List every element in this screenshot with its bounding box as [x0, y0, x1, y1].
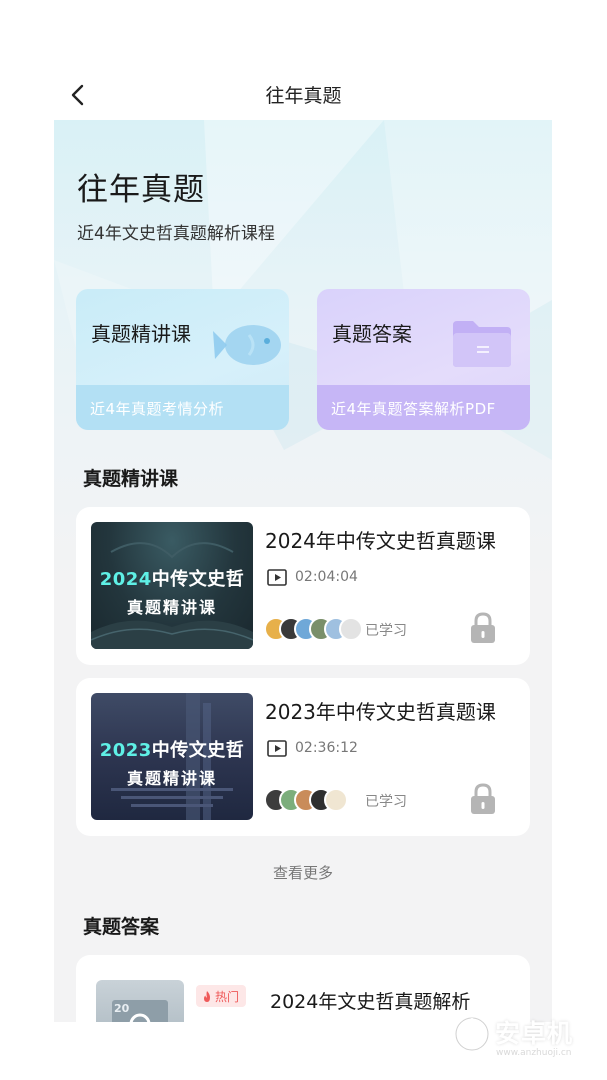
learner-avatars: [264, 617, 363, 641]
hot-badge-label: 热门: [215, 989, 240, 1004]
card-title: 真题答案: [332, 322, 412, 346]
answer-thumb-text: 20: [114, 1002, 130, 1015]
play-icon: [267, 568, 287, 586]
thumbnail-line2: 真题精讲课: [126, 769, 217, 788]
watermark-text: 安卓机: [495, 1019, 574, 1048]
main-content: 往年真题 近4年文史哲真题解析课程 真题精讲课 近4年真题考情分析 真题答案 近…: [54, 120, 552, 1022]
thumbnail-line2: 真题精讲课: [126, 598, 217, 617]
document-icon: [112, 1000, 168, 1022]
lock-icon: [471, 612, 495, 643]
folder-icon: [453, 321, 511, 367]
answer-title: 2024年文史哲真题解析: [270, 991, 471, 1013]
learner-avatars: [264, 788, 348, 812]
course-title: 2024年中传文史哲真题课: [265, 529, 496, 553]
learned-label: 已学习: [365, 794, 407, 810]
avatar: [339, 617, 363, 641]
hero-subtitle: 近4年文史哲真题解析课程: [77, 224, 275, 244]
nav-bar: 往年真题: [0, 70, 607, 118]
thumbnail-line1: 2023中传文史哲: [99, 740, 245, 761]
course-item[interactable]: 2024中传文史哲 真题精讲课 2024年中传文史哲真题课 02:04:04 已…: [76, 507, 530, 665]
card-title: 真题精讲课: [91, 322, 191, 346]
card-footer: 近4年真题考情分析: [76, 385, 289, 430]
section-title-answers: 真题答案: [83, 916, 160, 938]
watermark-logo-icon: [454, 1016, 490, 1052]
flame-icon: [204, 990, 210, 1002]
card-footer: 近4年真题答案解析PDF: [317, 385, 530, 430]
course-thumbnail: 2023中传文史哲 真题精讲课: [91, 693, 253, 820]
course-duration: 02:04:04: [267, 567, 358, 587]
duration-text: 02:36:12: [295, 740, 358, 756]
lecture-course-card[interactable]: 真题精讲课 近4年真题考情分析: [76, 289, 289, 430]
card-subtitle: 近4年真题考情分析: [90, 400, 225, 418]
card-subtitle: 近4年真题答案解析PDF: [331, 400, 496, 418]
section-title-lectures: 真题精讲课: [83, 468, 179, 490]
site-watermark: 安卓机 www.anzhuoji.cn: [450, 1008, 590, 1068]
answer-card[interactable]: 真题答案 近4年真题答案解析PDF: [317, 289, 530, 430]
answer-thumbnail: 20: [96, 980, 184, 1022]
course-duration: 02:36:12: [267, 738, 358, 758]
hot-badge: 热门: [196, 985, 247, 1007]
thumbnail-line1: 2024中传文史哲: [99, 569, 245, 590]
course-item[interactable]: 2023中传文史哲 真题精讲课 2023年中传文史哲真题课 02:36:12 已…: [76, 678, 530, 836]
fish-icon: [213, 325, 281, 365]
page-title: 往年真题: [265, 85, 342, 107]
duration-text: 02:04:04: [295, 569, 358, 585]
play-icon: [267, 739, 287, 757]
view-more-link[interactable]: 查看更多: [54, 862, 552, 883]
avatar: [324, 788, 348, 812]
watermark-url: www.anzhuoji.cn: [496, 1048, 572, 1058]
hero-title: 往年真题: [77, 172, 205, 208]
course-title: 2023年中传文史哲真题课: [265, 700, 496, 724]
learned-label: 已学习: [365, 623, 407, 639]
course-thumbnail: 2024中传文史哲 真题精讲课: [91, 522, 253, 649]
lock-icon: [471, 783, 495, 814]
